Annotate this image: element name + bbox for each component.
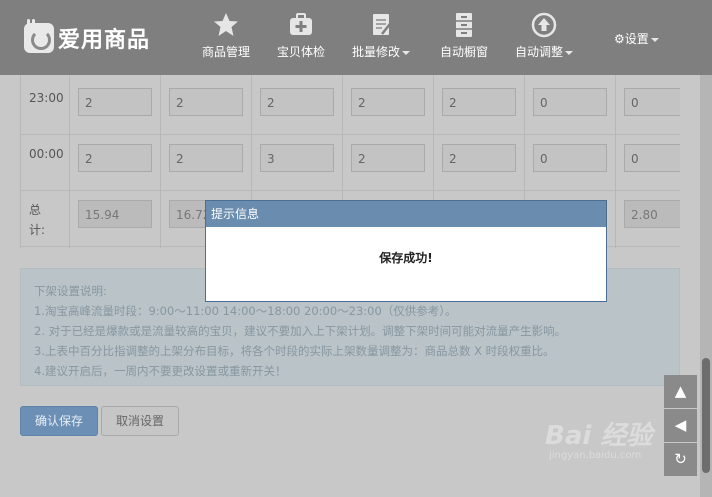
star-icon: [214, 13, 238, 36]
back-button[interactable]: ◀: [664, 409, 697, 442]
gear-icon: ⚙: [614, 32, 625, 46]
watermark-main: Bai 经验: [545, 421, 653, 451]
table-row: 23:00 2 2 2 2 2 0 0: [21, 75, 680, 135]
refresh-icon: ↻: [674, 450, 687, 468]
nav-item-batch-edit[interactable]: 批量修改: [341, 12, 421, 60]
page-scrollbar[interactable]: [700, 75, 712, 497]
cabinet-icon: [456, 13, 472, 37]
scrollbar-thumb[interactable]: [702, 358, 710, 473]
nav-item-auto-window[interactable]: 自动橱窗: [424, 12, 504, 60]
weight-input[interactable]: 0: [533, 88, 607, 116]
settings-label: 设置: [624, 32, 649, 46]
logo-text: 爱用商品: [58, 28, 151, 53]
nav-label: 宝贝体检: [276, 45, 325, 59]
confirm-save-button[interactable]: 确认保存: [20, 406, 98, 436]
weight-input[interactable]: 2: [169, 144, 243, 172]
weight-input[interactable]: 0: [624, 144, 680, 172]
nav-item-auto-adjust[interactable]: 自动调整: [504, 12, 584, 60]
edit-doc-icon: [373, 14, 391, 35]
chevron-down-icon: [402, 50, 410, 55]
time-label: 23:00: [29, 91, 64, 105]
weight-input[interactable]: 0: [533, 144, 607, 172]
watermark-sub: jingyan.baidu.com: [549, 450, 642, 461]
arrow-up-icon: ▲: [674, 382, 687, 400]
weight-input[interactable]: 2: [351, 144, 425, 172]
time-label: 00:00: [29, 147, 64, 161]
weight-input[interactable]: 2: [442, 144, 516, 172]
total-value: 2.80: [624, 200, 680, 228]
medkit-icon: [290, 13, 312, 35]
total-label-line1: 总: [29, 203, 42, 217]
weight-input[interactable]: 2: [78, 88, 152, 116]
scroll-top-button[interactable]: ▲: [664, 375, 697, 408]
weight-input[interactable]: 3: [260, 144, 334, 172]
nav-label: 自动橱窗: [439, 45, 488, 59]
weight-input[interactable]: 2: [260, 88, 334, 116]
total-value: 15.94: [78, 200, 152, 228]
weight-input[interactable]: 2: [351, 88, 425, 116]
refresh-button[interactable]: ↻: [664, 443, 697, 476]
dialog-message: 保存成功!: [379, 251, 433, 265]
info-dialog: 提示信息 保存成功!: [205, 200, 607, 302]
table-row: 00:00 2 2 3 2 2 0 0: [21, 135, 680, 191]
nav-label: 自动调整: [514, 45, 563, 59]
settings-menu[interactable]: ⚙设置: [614, 30, 659, 47]
logo-icon: [24, 19, 54, 53]
instruction-item: 3.上表中百分比指调整的上架分布目标，将各个时段的实际上架数量调整为：商品总数 …: [34, 344, 555, 358]
cancel-settings-button[interactable]: 取消设置: [101, 406, 179, 436]
upload-circle-icon: [531, 12, 557, 38]
nav-label: 批量修改: [351, 45, 400, 59]
chevron-down-icon: [650, 37, 659, 42]
total-label-line2: 计:: [29, 223, 46, 237]
dialog-title: 提示信息: [206, 201, 606, 227]
weight-input[interactable]: 2: [169, 88, 243, 116]
weight-input[interactable]: 0: [624, 88, 680, 116]
nav-item-product-manage[interactable]: 商品管理: [186, 12, 266, 60]
instruction-item: 4.建议开启后，一周内不要更改设置或重新开关！: [34, 364, 287, 378]
instruction-item: 2. 对于已经是爆款或是流量较高的宝贝，建议不要加入上下架计划。调整下架时间可能…: [34, 324, 567, 338]
chevron-down-icon: [565, 50, 573, 55]
logo[interactable]: 爱用商品: [24, 19, 151, 54]
weight-input[interactable]: 2: [442, 88, 516, 116]
instruction-item: 1.淘宝高峰流量时段：9:00～11:00 14:00～18:00 20:00～…: [34, 304, 457, 318]
weight-input[interactable]: 2: [78, 144, 152, 172]
arrow-left-icon: ◀: [674, 416, 687, 434]
baidu-watermark: Bai 经验 jingyan.baidu.com: [545, 415, 652, 461]
nav-item-health-check[interactable]: 宝贝体检: [261, 12, 341, 60]
top-header: 爱用商品 商品管理 宝贝体检 批量修改 自动橱窗 自动调整 ⚙设置: [0, 0, 712, 75]
nav-label: 商品管理: [201, 45, 250, 59]
